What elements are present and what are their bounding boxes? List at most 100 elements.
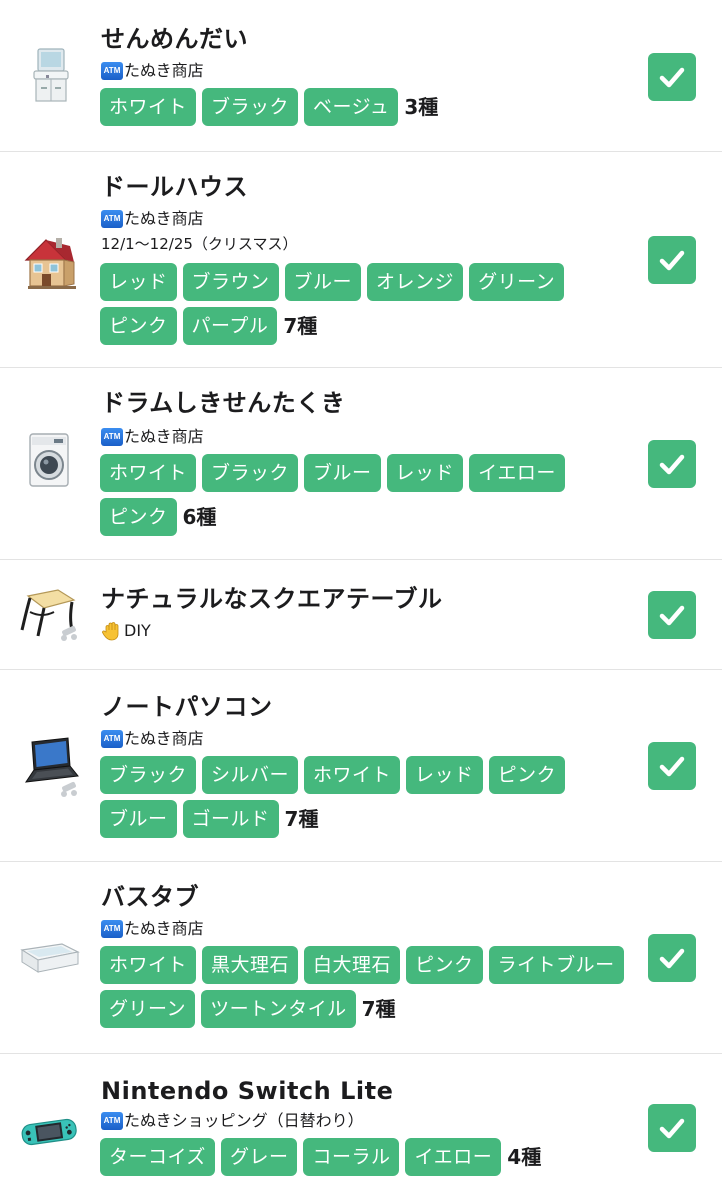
color-tag[interactable]: ピンク [488,756,566,794]
color-tag[interactable]: コーラル [303,1138,400,1176]
item-source: ATM たぬき商店 [101,918,204,940]
color-tag[interactable]: ピンク [100,307,177,345]
item-source: ATM たぬき商店 [101,728,204,750]
event-period: 12/1〜12/25（クリスマス） [101,235,298,253]
item-source: ATM たぬき商店 [101,208,204,230]
source-label: DIY [124,621,151,640]
checkmark-icon [659,948,685,969]
checkmark-icon [659,67,685,88]
color-variants: レッド ブラウン ブルー オレンジ グリーン ピンク パープル 7種 [100,263,630,345]
washing-machine-icon [18,430,80,492]
checkmark-icon [659,454,685,475]
item-name: ノートパソコン [101,693,273,721]
item-name: Nintendo Switch Lite [101,1077,394,1105]
color-tag[interactable]: ブラウン [182,263,279,301]
color-tag[interactable]: ライトブルー [488,946,624,984]
collected-checkbox[interactable] [648,440,696,488]
list-item: ドールハウス ATM たぬき商店 12/1〜12/25（クリスマス） レッド ブ… [0,152,722,368]
item-source: ATM たぬきショッピング（日替わり） [101,1110,364,1132]
collected-checkbox[interactable] [648,1104,696,1152]
atm-icon: ATM [101,730,123,748]
variant-count: 4種 [507,1145,542,1169]
color-tag[interactable]: グリーン [100,990,196,1028]
color-variants: ホワイト 黒大理石 白大理石 ピンク ライトブルー グリーン ツートンタイル 7… [100,946,630,1028]
collected-checkbox[interactable] [648,53,696,101]
item-name: せんめんだい [101,25,248,53]
checkmark-icon [659,605,685,626]
color-tag[interactable]: シルバー [202,756,299,794]
variant-count: 7種 [283,314,318,338]
color-tag[interactable]: ブラック [100,756,197,794]
source-label: たぬき商店 [124,61,204,80]
list-item: せんめんだい ATM たぬき商店 ホワイト ブラック ベージュ 3種 [0,0,722,152]
color-tag[interactable]: ホワイト [100,946,197,984]
source-label: たぬき商店 [124,729,204,748]
color-tag[interactable]: 黒大理石 [202,946,299,984]
color-tag[interactable]: ブラック [202,454,299,492]
list-item: バスタブ ATM たぬき商店 ホワイト 黒大理石 白大理石 ピンク ライトブルー… [0,862,722,1054]
square-table-icon [18,582,80,644]
atm-icon: ATM [101,1112,123,1130]
color-tag[interactable]: イエロー [469,454,565,492]
collected-checkbox[interactable] [648,591,696,639]
checkmark-icon [659,250,685,271]
list-item: Nintendo Switch Lite ATM たぬきショッピング（日替わり）… [0,1054,722,1200]
bathtub-icon [18,926,80,988]
color-tag[interactable]: オレンジ [367,263,464,301]
checkmark-icon [659,756,685,777]
list-item: ナチュラルなスクエアテーブル DIY [0,560,722,670]
item-name: ナチュラルなスクエアテーブル [101,585,443,613]
item-source: ATM たぬき商店 [101,60,204,82]
color-tag[interactable]: ゴールド [182,800,279,838]
color-tag[interactable]: ホワイト [100,454,197,492]
atm-icon: ATM [101,210,123,228]
color-tag[interactable]: レッド [100,263,177,301]
atm-icon: ATM [101,920,123,938]
color-tag[interactable]: ブルー [304,454,381,492]
variant-count: 6種 [182,505,217,529]
color-tag[interactable]: ブラック [202,88,299,126]
item-name: バスタブ [101,883,199,911]
color-tag[interactable]: ブルー [100,800,177,838]
color-tag[interactable]: ピンク [406,946,483,984]
color-tag[interactable]: レッド [406,756,483,794]
variant-count: 7種 [284,807,319,831]
collected-checkbox[interactable] [648,934,696,982]
source-label: たぬき商店 [124,427,204,446]
laptop-icon [18,736,80,798]
color-variants: ブラック シルバー ホワイト レッド ピンク ブルー ゴールド 7種 [100,756,630,838]
color-variants: ホワイト ブラック ブルー レッド イエロー ピンク 6種 [100,454,630,536]
item-source: ATM たぬき商店 [101,426,204,448]
color-tag[interactable]: 白大理石 [304,946,401,984]
list-item: ドラムしきせんたくき ATM たぬき商店 ホワイト ブラック ブルー レッド イ… [0,368,722,560]
item-name: ドールハウス [101,173,248,201]
color-tag[interactable]: レッド [386,454,464,492]
source-label: たぬき商店 [124,919,204,938]
collected-checkbox[interactable] [648,236,696,284]
atm-icon: ATM [101,62,123,80]
color-tag[interactable]: ホワイト [100,88,197,126]
item-source: DIY [101,620,151,642]
color-variants: ホワイト ブラック ベージュ 3種 [100,88,630,126]
color-tag[interactable]: ベージュ [304,88,399,126]
item-name: ドラムしきせんたくき [101,389,346,417]
color-tag[interactable]: パープル [182,307,278,345]
sink-icon [18,45,80,107]
color-variants: ターコイズ グレー コーラル イエロー 4種 [100,1138,630,1176]
color-tag[interactable]: ホワイト [304,756,401,794]
color-tag[interactable]: ツートンタイル [201,990,356,1028]
raised-hand-icon [102,622,119,641]
color-tag[interactable]: ピンク [100,498,177,536]
variant-count: 3種 [404,95,439,119]
color-tag[interactable]: グレー [220,1138,298,1176]
color-tag[interactable]: ブルー [284,263,362,301]
source-label: たぬきショッピング（日替わり） [124,1111,364,1130]
game-console-icon [18,1100,80,1162]
collected-checkbox[interactable] [648,742,696,790]
color-tag[interactable]: ターコイズ [100,1138,215,1176]
checkmark-icon [659,1118,685,1139]
dollhouse-icon [18,232,80,294]
atm-icon: ATM [101,428,123,446]
color-tag[interactable]: グリーン [469,263,565,301]
color-tag[interactable]: イエロー [405,1138,502,1176]
